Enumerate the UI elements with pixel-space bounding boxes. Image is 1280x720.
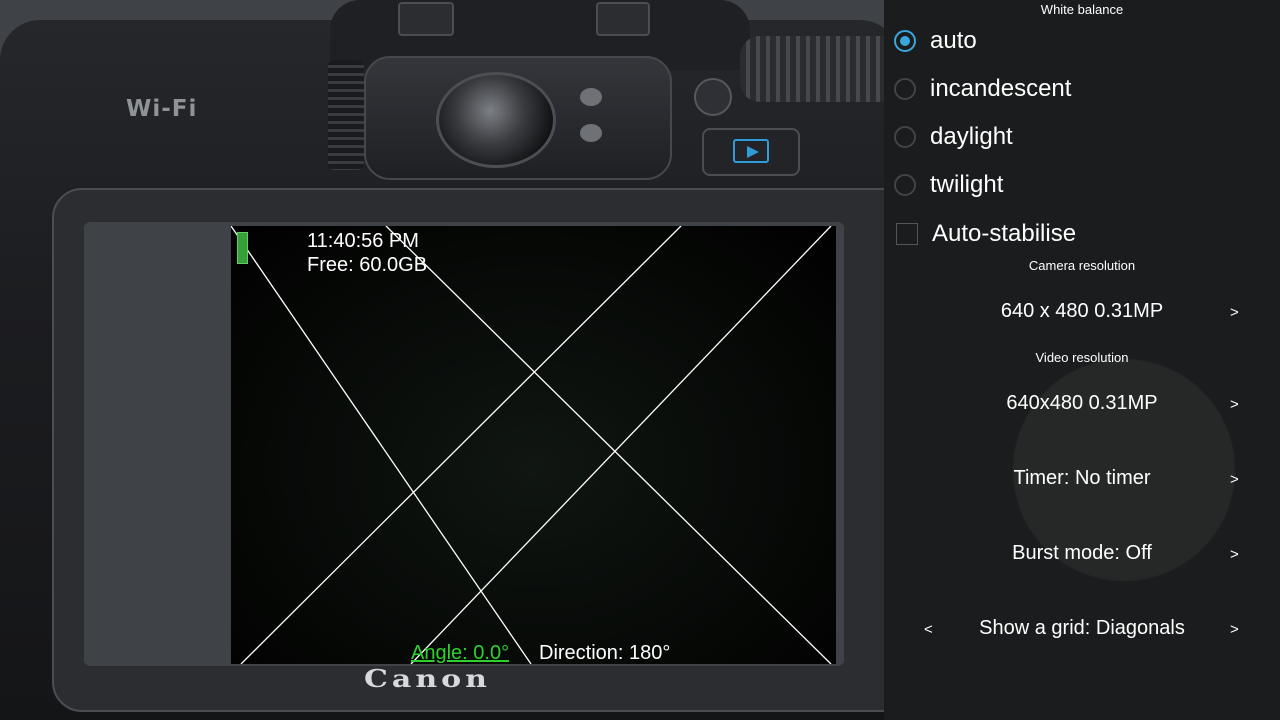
radio-button[interactable] xyxy=(894,78,916,100)
angle-readout: Angle: 0.0° xyxy=(411,642,510,664)
video-resolution-selector[interactable]: 640x480 0.31MP > xyxy=(884,384,1280,424)
hotshoe-right xyxy=(596,2,650,36)
hotshoe-left xyxy=(398,2,454,36)
grid-line xyxy=(231,226,532,664)
timer-value: Timer: No timer xyxy=(1013,467,1151,489)
next-arrow-icon[interactable]: > xyxy=(1230,304,1239,321)
white-balance-option-daylight[interactable]: daylight xyxy=(894,117,1264,157)
white-balance-option-incandescent[interactable]: incandescent xyxy=(894,69,1264,109)
burst-mode-selector[interactable]: Burst mode: Off > xyxy=(884,534,1280,574)
viewfinder-lens xyxy=(436,72,556,168)
auto-stabilise-toggle[interactable]: Auto-stabilise xyxy=(896,214,1266,254)
white-balance-option-auto[interactable]: auto xyxy=(894,21,1264,61)
video-resolution-value: 640x480 0.31MP xyxy=(1006,392,1158,414)
camera-resolution-value: 640 x 480 0.31MP xyxy=(1000,300,1164,322)
white-balance-option-twilight[interactable]: twilight xyxy=(894,165,1264,205)
burst-mode-value: Burst mode: Off xyxy=(1012,542,1152,564)
clock-text: 11:40:56 PM xyxy=(307,230,419,252)
video-resolution-title: Video resolution xyxy=(1035,350,1129,365)
option-label: incandescent xyxy=(930,75,1072,102)
auto-stabilise-label: Auto-stabilise xyxy=(932,220,1077,247)
option-label: auto xyxy=(930,27,977,54)
camera-resolution-title: Camera resolution xyxy=(1028,258,1136,273)
playback-button-decor xyxy=(702,128,800,176)
grid-selector[interactable]: < Show a grid: Diagonals > xyxy=(884,609,1280,649)
camera-preview[interactable]: 11:40:56 PM Free: 60.0GB Angle: 0.0° Dir… xyxy=(231,226,836,664)
brand-logo: Canon xyxy=(364,665,491,694)
free-space-text: Free: 60.0GB xyxy=(307,254,428,276)
option-label: daylight xyxy=(930,123,1013,150)
next-arrow-icon[interactable]: > xyxy=(1230,546,1239,563)
radio-button[interactable] xyxy=(894,174,916,196)
wifi-label: Wi-Fi xyxy=(126,96,198,122)
viewfinder-sensor xyxy=(580,88,602,106)
grid-value: Show a grid: Diagonals xyxy=(979,617,1185,639)
option-label: twilight xyxy=(930,171,1004,198)
checkbox[interactable] xyxy=(896,223,918,245)
radio-button[interactable] xyxy=(894,126,916,148)
grid-line xyxy=(410,226,832,664)
grid-overlay xyxy=(231,226,832,664)
camera-dial xyxy=(328,60,364,170)
viewfinder-sensor xyxy=(580,124,602,142)
settings-panel: White balance auto incandescent daylight… xyxy=(884,0,1280,720)
play-icon xyxy=(733,139,769,163)
grid-line xyxy=(240,226,682,664)
grid-line xyxy=(385,226,832,664)
next-arrow-icon[interactable]: > xyxy=(1230,396,1239,413)
radio-button[interactable] xyxy=(894,30,916,52)
direction-readout: Direction: 180° xyxy=(539,642,671,664)
next-arrow-icon[interactable]: > xyxy=(1230,471,1239,488)
battery-indicator xyxy=(237,232,248,264)
next-arrow-icon[interactable]: > xyxy=(1230,621,1239,638)
timer-selector[interactable]: Timer: No timer > xyxy=(884,459,1280,499)
white-balance-title: White balance xyxy=(1040,2,1124,17)
screw-icon xyxy=(694,78,732,116)
mode-dial xyxy=(740,36,884,102)
camera-resolution-selector[interactable]: 640 x 480 0.31MP > xyxy=(884,292,1280,332)
